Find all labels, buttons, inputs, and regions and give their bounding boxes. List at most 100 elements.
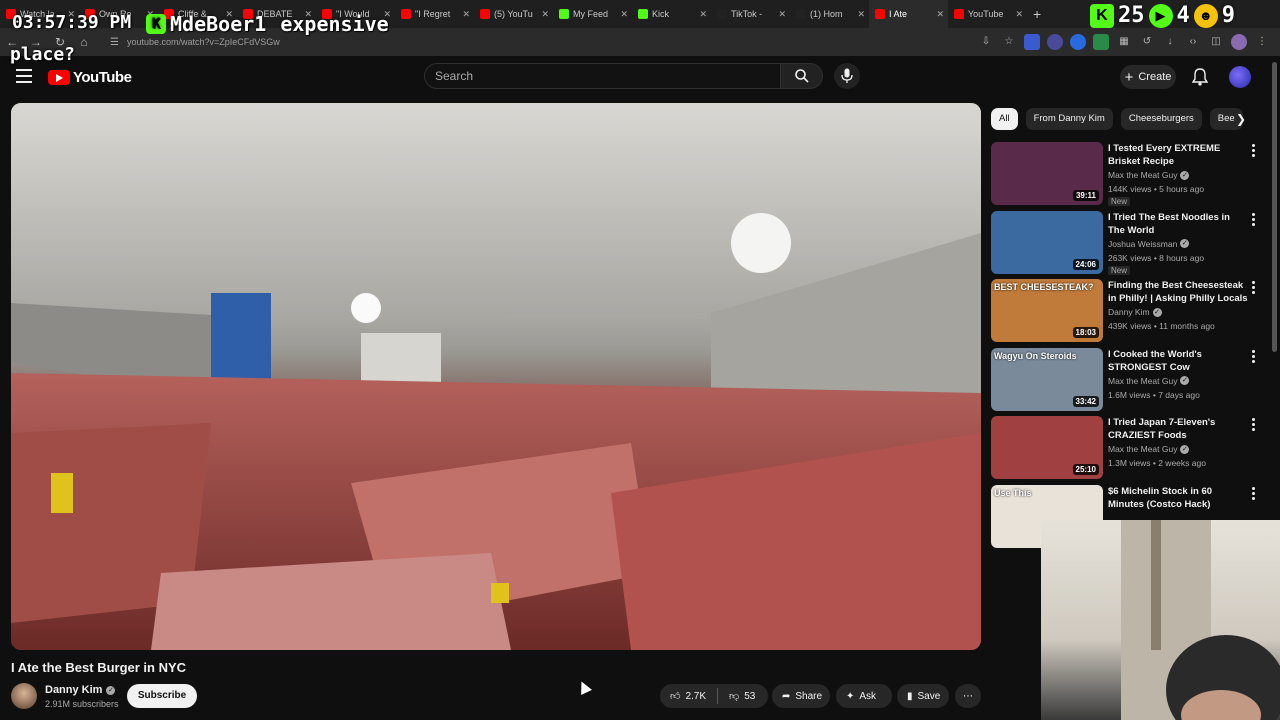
verified-check-icon: ✓ — [1180, 239, 1190, 248]
notifications-bell-icon[interactable] — [1192, 68, 1208, 86]
video-title[interactable]: I Tested Every EXTREME Brisket Recipe — [1108, 142, 1248, 168]
history-icon[interactable]: ↺ — [1139, 34, 1155, 50]
extension-shield-icon[interactable] — [1024, 34, 1040, 50]
video-title[interactable]: I Tried Japan 7-Eleven's CRAZIEST Foods — [1108, 416, 1248, 442]
tab-close-icon[interactable]: ✕ — [1015, 9, 1023, 20]
search-button[interactable] — [781, 63, 823, 89]
subscribe-button[interactable]: Subscribe — [127, 684, 197, 708]
more-options-icon[interactable] — [1252, 212, 1256, 228]
video-title[interactable]: I Tried The Best Noodles in The World — [1108, 211, 1248, 237]
channel-name[interactable]: Max the Meat Guy ✓ — [1108, 376, 1190, 386]
more-options-icon[interactable] — [1252, 486, 1256, 502]
extension-chrome-icon[interactable] — [1047, 34, 1063, 50]
extension-puzzle-icon[interactable]: ▦ — [1116, 34, 1132, 50]
tab-close-icon[interactable]: ✕ — [462, 9, 470, 20]
recommended-video[interactable]: Wagyu On Steroids 33:42 I Cooked the World… — [991, 347, 1261, 412]
tab-favicon-icon — [717, 9, 727, 19]
thumbs-down-icon[interactable]: 👎︎ — [729, 690, 739, 702]
stream-stats: K 25 ▶ 4 ☻ 9 — [1090, 3, 1235, 28]
browser-menu-icon[interactable]: ⋮ — [1254, 34, 1270, 50]
video-duration: 33:42 — [1072, 395, 1099, 407]
recommended-video[interactable]: BEST CHEESESTEAK? 18:03 Finding the Best C… — [991, 279, 1261, 343]
tab-close-icon[interactable]: ✕ — [778, 9, 786, 20]
verified-check-icon: ✓ — [1180, 170, 1190, 180]
account-avatar[interactable] — [1229, 66, 1251, 88]
youtube-logo[interactable]: YouTube — [48, 69, 132, 86]
video-thumbnail[interactable]: BEST CHEESESTEAK? 18:03 — [991, 279, 1103, 342]
video-thumbnail[interactable]: 25:10 — [991, 416, 1103, 479]
tab-favicon-icon — [480, 9, 490, 19]
video-title[interactable]: $6 Michelin Stock in 60 Minutes (Costco … — [1108, 485, 1248, 511]
save-button[interactable]: ▮ Save — [897, 684, 949, 708]
more-options-icon[interactable] — [1252, 281, 1256, 296]
browser-tab[interactable]: YouTube ✕ — [948, 0, 1027, 28]
home-icon[interactable]: ⌂ — [72, 35, 96, 49]
browser-tab[interactable]: "I Regret ✕ — [395, 0, 474, 28]
channel-name[interactable]: Joshua Weissman ✓ — [1108, 238, 1190, 249]
youtube-play-icon — [48, 70, 70, 85]
install-icon[interactable]: ⇩ — [978, 34, 994, 50]
extension-blue-icon[interactable] — [1070, 34, 1086, 50]
sidebar-icon[interactable]: ◫ — [1208, 34, 1224, 50]
more-options-icon[interactable] — [1252, 349, 1256, 365]
tab-close-icon[interactable]: ✕ — [620, 9, 628, 20]
site-info-icon[interactable]: ☰ — [110, 37, 119, 48]
channel-name-text: Joshua Weissman — [1108, 238, 1178, 249]
more-options-icon[interactable] — [1252, 418, 1256, 433]
browser-tab[interactable]: Kick ✕ — [632, 0, 711, 28]
channel-name[interactable]: Max the Meat Guy ✓ — [1108, 170, 1190, 180]
devtools-icon[interactable]: ‹› — [1185, 34, 1201, 50]
recommended-video[interactable]: 39:11 I Tested Every EXTREME Brisket Reci… — [991, 142, 1261, 206]
video-thumbnail[interactable]: Wagyu On Steroids 33:42 — [991, 347, 1103, 411]
voice-search-button[interactable] — [834, 63, 860, 89]
video-title[interactable]: I Cooked the World's STRONGEST Cow — [1108, 348, 1248, 374]
more-actions-button[interactable]: ⋯ — [955, 684, 981, 708]
like-count[interactable]: 2.7K — [685, 691, 706, 702]
channel-name[interactable]: Max the Meat Guy ✓ — [1108, 444, 1190, 454]
more-options-icon[interactable] — [1252, 144, 1256, 159]
filter-chip[interactable]: From Danny Kim — [1025, 108, 1113, 130]
browser-tab[interactable]: My Feed ✕ — [553, 0, 632, 28]
video-title[interactable]: Finding the Best Cheesesteak in Philly! … — [1108, 279, 1248, 305]
create-button[interactable]: + Create — [1120, 65, 1176, 89]
share-button[interactable]: ➦ Share — [772, 684, 830, 708]
profile-icon[interactable] — [1231, 34, 1247, 50]
video-thumbnail[interactable]: 39:11 — [991, 142, 1103, 205]
face-icon: ☻ — [1193, 3, 1218, 28]
download-icon[interactable]: ↓ — [1162, 34, 1178, 50]
filter-chip[interactable]: Cheeseburgers — [1120, 108, 1202, 130]
video-thumbnail[interactable]: 24:06 — [991, 210, 1103, 274]
microphone-icon — [841, 68, 853, 83]
page-scrollbar[interactable] — [1272, 62, 1277, 352]
video-metadata: 1.3M views • 2 weeks ago — [1108, 458, 1206, 468]
hamburger-menu-icon[interactable] — [16, 69, 32, 83]
webcam-frame — [1121, 520, 1280, 720]
tab-close-icon[interactable]: ✕ — [936, 9, 944, 20]
mouse-cursor — [576, 679, 592, 695]
dislike-count[interactable]: 53 — [744, 691, 755, 702]
tab-close-icon[interactable]: ✕ — [857, 9, 865, 20]
bookmark-star-icon[interactable]: ☆ — [1001, 34, 1017, 50]
channel-name[interactable]: Danny Kim ✓ — [45, 684, 116, 696]
ask-button[interactable]: ✦ Ask — [836, 684, 892, 708]
tab-close-icon[interactable]: ✕ — [699, 9, 707, 20]
video-player[interactable] — [11, 103, 981, 650]
extension-green-icon[interactable] — [1093, 34, 1109, 50]
recommended-video[interactable]: 25:10 I Tried Japan 7-Eleven's CRAZIEST F… — [991, 416, 1261, 480]
filter-chip[interactable]: All — [991, 108, 1018, 130]
channel-name[interactable]: Danny Kim ✓ — [1108, 307, 1162, 317]
thumbs-up-icon[interactable]: 👍︎ — [670, 690, 680, 702]
chevron-right-icon[interactable]: ❯ — [1236, 112, 1246, 126]
channel-avatar[interactable] — [11, 683, 37, 709]
browser-tab[interactable]: I Ate ✕ — [869, 0, 948, 28]
subscriber-count: 2.91M subscribers — [45, 699, 119, 709]
recommended-video[interactable]: 24:06 I Tried The Best Noodles in The Wor… — [991, 210, 1261, 275]
ask-label: Ask — [859, 690, 877, 702]
browser-tab[interactable]: (1) Hom ✕ — [790, 0, 869, 28]
search-input[interactable]: Search — [424, 63, 781, 89]
browser-tab[interactable]: (5) YouTu ✕ — [474, 0, 553, 28]
tab-close-icon[interactable]: ✕ — [541, 9, 549, 20]
new-tab-icon[interactable]: + — [1033, 6, 1041, 22]
tab-label: My Feed — [573, 9, 609, 19]
browser-tab[interactable]: TikTok - ✕ — [711, 0, 790, 28]
